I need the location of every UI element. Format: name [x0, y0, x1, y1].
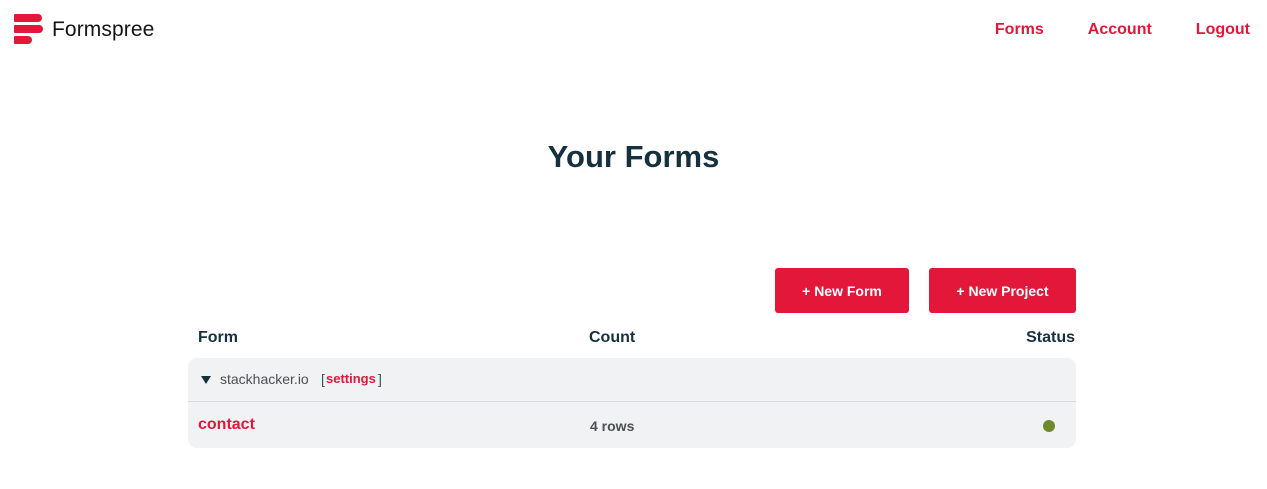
settings-bracket-open: [: [321, 371, 325, 387]
form-count: 4 rows: [590, 418, 635, 434]
form-name-link[interactable]: contact: [198, 416, 255, 434]
column-header-status: Status: [1026, 329, 1075, 346]
brand-name: Formspree: [52, 18, 155, 41]
settings-bracket-close: ]: [378, 371, 382, 387]
status-dot-icon: [1043, 420, 1055, 432]
top-navbar: Formspree Forms Account Logout: [0, 0, 1267, 64]
project-settings-link[interactable]: settings: [326, 371, 376, 386]
new-form-button[interactable]: + New Form: [775, 268, 909, 313]
column-header-form: Form: [198, 329, 238, 346]
nav-logout-link[interactable]: Logout: [1196, 21, 1250, 39]
column-header-count: Count: [589, 329, 636, 346]
nav-account-link[interactable]: Account: [1088, 21, 1152, 39]
new-project-button[interactable]: + New Project: [929, 268, 1076, 313]
brand-home-link[interactable]: Formspree: [14, 14, 154, 46]
page-title: Your Forms: [547, 139, 720, 174]
project-name: stackhacker.io: [220, 371, 309, 387]
main-nav: Forms Account Logout: [951, 21, 1250, 39]
nav-forms-link[interactable]: Forms: [995, 21, 1044, 39]
formspree-logo-icon: [14, 14, 43, 46]
project-row: stackhacker.io [ settings ]: [188, 358, 1076, 402]
caret-down-icon[interactable]: [201, 376, 211, 384]
table-row: contact 4 rows: [188, 403, 1076, 448]
project-card: stackhacker.io [ settings ] contact 4 ro…: [188, 358, 1076, 448]
